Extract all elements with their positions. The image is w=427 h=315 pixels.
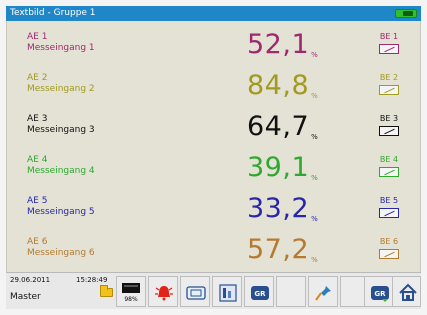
memory-button[interactable]: 98% <box>116 276 146 307</box>
memory-level: 98% <box>124 296 138 303</box>
channel-value: 64,7% <box>247 111 318 143</box>
pin-icon <box>315 286 331 301</box>
channel-id: AE 5 <box>27 196 48 206</box>
channel-label: AE 4 Messeingang 4 <box>27 155 95 177</box>
binary-input-label: BE 1 <box>379 32 399 41</box>
group-select-button[interactable]: GR <box>364 276 394 307</box>
value-unit: % <box>311 133 319 141</box>
binary-input[interactable]: BE 2 <box>377 73 401 95</box>
channel-id: AE 6 <box>27 237 48 247</box>
channel-id: AE 3 <box>27 114 48 124</box>
switch-icon <box>379 44 399 54</box>
pin-button[interactable] <box>308 276 338 307</box>
binary-input[interactable]: BE 5 <box>377 196 401 218</box>
value-number: 84,8 <box>247 70 310 101</box>
binary-input-label: BE 3 <box>379 114 399 123</box>
channel-value: 84,8% <box>247 70 318 102</box>
channel-row-6[interactable]: AE 6 Messeingang 6 57,2% BE 6 <box>7 234 422 274</box>
group-icon: GR <box>251 286 269 300</box>
binary-input-label: BE 5 <box>379 196 399 205</box>
group-icon-label: GR <box>254 290 266 298</box>
channel-label: AE 6 Messeingang 6 <box>27 237 95 259</box>
memory-icon <box>122 283 140 293</box>
value-number: 39,1 <box>247 152 310 183</box>
value-number: 64,7 <box>247 111 310 142</box>
channel-name: Messeingang 3 <box>27 125 95 135</box>
value-unit: % <box>311 256 319 264</box>
record-button[interactable] <box>180 276 210 307</box>
group-select-icon: GR <box>371 286 389 302</box>
channel-id: AE 4 <box>27 155 48 165</box>
channel-value: 52,1% <box>247 29 318 61</box>
record-icon <box>186 286 206 300</box>
channel-id: AE 1 <box>27 32 48 42</box>
switch-icon <box>379 126 399 136</box>
status-date: 29.06.2011 <box>10 276 51 284</box>
channel-row-2[interactable]: AE 2 Messeingang 2 84,8% BE 2 <box>7 70 422 110</box>
value-unit: % <box>311 174 319 182</box>
status-indicator-icon <box>395 9 417 18</box>
binary-input[interactable]: BE 3 <box>377 114 401 136</box>
blank-button[interactable] <box>276 276 306 307</box>
group-button[interactable]: GR <box>244 276 274 307</box>
channel-value: 39,1% <box>247 152 318 184</box>
alarm-icon <box>155 286 173 301</box>
channel-row-1[interactable]: AE 1 Messeingang 1 52,1% BE 1 <box>7 29 422 69</box>
binary-input-label: BE 2 <box>379 73 399 82</box>
value-number: 57,2 <box>247 234 310 265</box>
home-button[interactable] <box>392 276 421 307</box>
value-unit: % <box>311 92 319 100</box>
channel-label: AE 5 Messeingang 5 <box>27 196 95 218</box>
channel-name: Messeingang 4 <box>27 166 95 176</box>
channel-value: 33,2% <box>247 193 318 225</box>
bottom-toolbar: 29.06.2011 15:28:49 Master 98% GR GR <box>6 272 421 309</box>
status-area: 29.06.2011 15:28:49 Master <box>6 273 116 310</box>
channel-name: Messeingang 5 <box>27 207 95 217</box>
switch-icon <box>379 85 399 95</box>
channel-value: 57,2% <box>247 234 318 266</box>
calendar-button[interactable] <box>212 276 242 307</box>
channel-name: Messeingang 2 <box>27 84 95 94</box>
alarm-button[interactable] <box>148 276 178 307</box>
binary-input-label: BE 4 <box>379 155 399 164</box>
channel-row-3[interactable]: AE 3 Messeingang 3 64,7% BE 3 <box>7 111 422 151</box>
switch-icon <box>379 208 399 218</box>
channel-label: AE 3 Messeingang 3 <box>27 114 95 136</box>
value-number: 33,2 <box>247 193 310 224</box>
channel-name: Messeingang 6 <box>27 248 95 258</box>
binary-input[interactable]: BE 1 <box>377 32 401 54</box>
switch-icon <box>379 249 399 259</box>
user-name: Master <box>10 292 41 302</box>
title-bar: Textbild - Gruppe 1 <box>6 6 421 21</box>
channel-name: Messeingang 1 <box>27 43 95 53</box>
folder-icon[interactable] <box>100 285 113 297</box>
window-title: Textbild - Gruppe 1 <box>10 8 96 18</box>
calendar-icon <box>219 284 237 302</box>
channel-label: AE 2 Messeingang 2 <box>27 73 95 95</box>
channel-row-4[interactable]: AE 4 Messeingang 4 39,1% BE 4 <box>7 152 422 192</box>
binary-input[interactable]: BE 4 <box>377 155 401 177</box>
value-number: 52,1 <box>247 29 310 60</box>
status-time: 15:28:49 <box>76 276 108 284</box>
channel-label: AE 1 Messeingang 1 <box>27 32 95 54</box>
binary-input-label: BE 6 <box>379 237 399 246</box>
screen: Textbild - Gruppe 1 AE 1 Messeingang 1 5… <box>0 0 427 315</box>
channel-row-5[interactable]: AE 5 Messeingang 5 33,2% BE 5 <box>7 193 422 233</box>
group-select-label: GR <box>374 290 386 298</box>
switch-icon <box>379 167 399 177</box>
value-unit: % <box>311 51 319 59</box>
channel-list: AE 1 Messeingang 1 52,1% BE 1 AE 2 Messe… <box>6 21 421 272</box>
home-icon <box>399 283 417 301</box>
channel-id: AE 2 <box>27 73 48 83</box>
value-unit: % <box>311 215 319 223</box>
binary-input[interactable]: BE 6 <box>377 237 401 259</box>
